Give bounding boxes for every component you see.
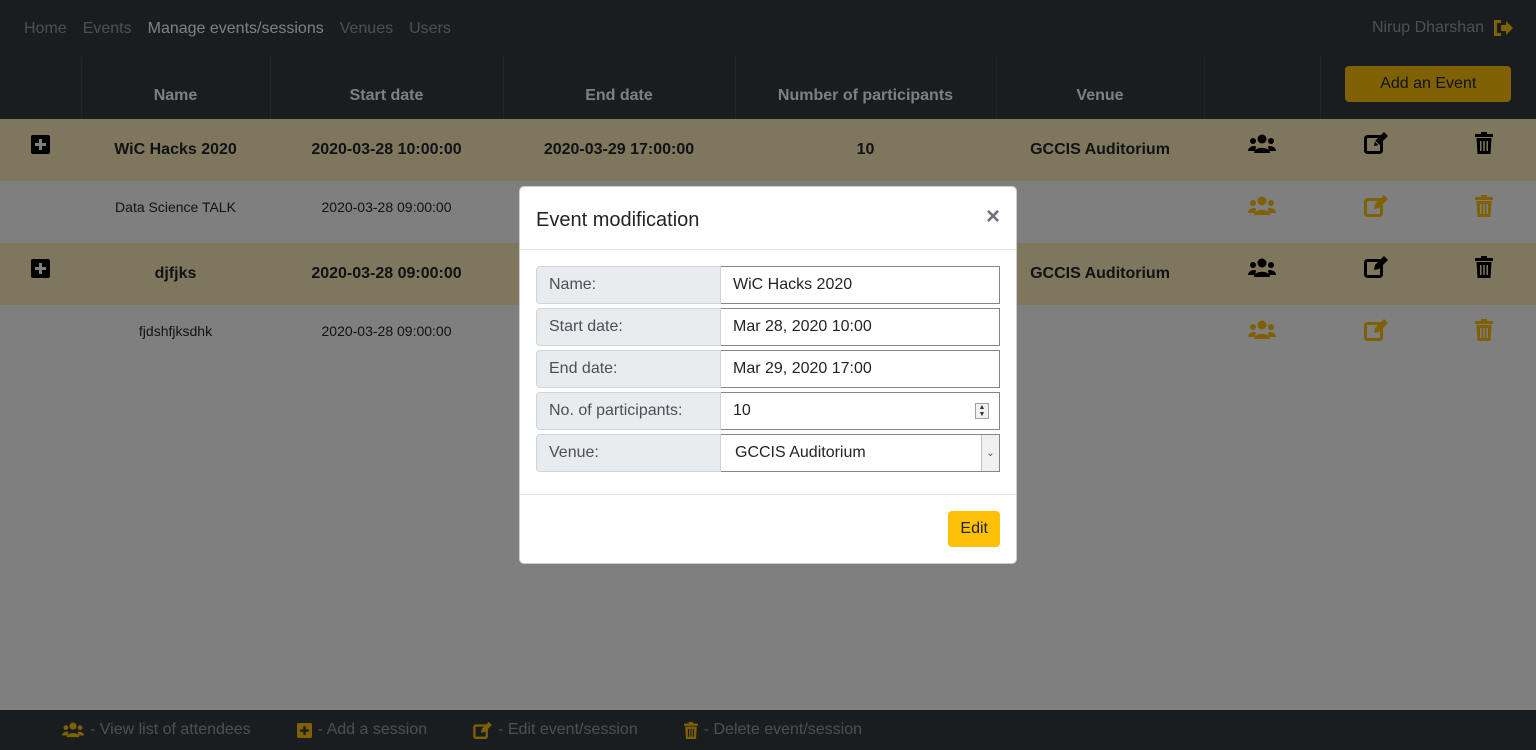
name-input[interactable]: WiC Hacks 2020 — [721, 266, 1000, 304]
end-date-input[interactable]: Mar 29, 2020 17:00 — [721, 350, 1000, 388]
form-row-start-date: Start date: Mar 28, 2020 10:00 — [536, 308, 1000, 346]
event-modification-modal: Event modification × Name: WiC Hacks 202… — [519, 186, 1017, 564]
end-date-label: End date: — [536, 350, 721, 388]
name-label: Name: — [536, 266, 721, 304]
modal-title: Event modification — [536, 209, 700, 231]
participants-value: 10 — [733, 402, 751, 419]
form-row-end-date: End date: Mar 29, 2020 17:00 — [536, 350, 1000, 388]
form-row-participants: No. of participants: 10 ▲ ▼ — [536, 392, 1000, 430]
modal-header: Event modification × — [520, 187, 1016, 250]
number-spinner[interactable]: ▲ ▼ — [975, 403, 989, 419]
chevron-down-icon[interactable]: ⌄ — [981, 435, 999, 471]
venue-label: Venue: — [536, 434, 721, 472]
modal-footer: Edit — [520, 495, 1016, 563]
form-row-name: Name: WiC Hacks 2020 — [536, 266, 1000, 304]
close-icon[interactable]: × — [986, 205, 1000, 229]
venue-select[interactable]: GCCIS Auditorium ⌄ — [721, 434, 1000, 472]
form-row-venue: Venue: GCCIS Auditorium ⌄ — [536, 434, 1000, 472]
edit-button[interactable]: Edit — [948, 511, 1000, 547]
start-date-label: Start date: — [536, 308, 721, 346]
participants-input[interactable]: 10 ▲ ▼ — [721, 392, 1000, 430]
venue-selected-value: GCCIS Auditorium — [735, 444, 866, 461]
start-date-input[interactable]: Mar 28, 2020 10:00 — [721, 308, 1000, 346]
modal-body: Name: WiC Hacks 2020 Start date: Mar 28,… — [520, 250, 1016, 495]
participants-label: No. of participants: — [536, 392, 721, 430]
